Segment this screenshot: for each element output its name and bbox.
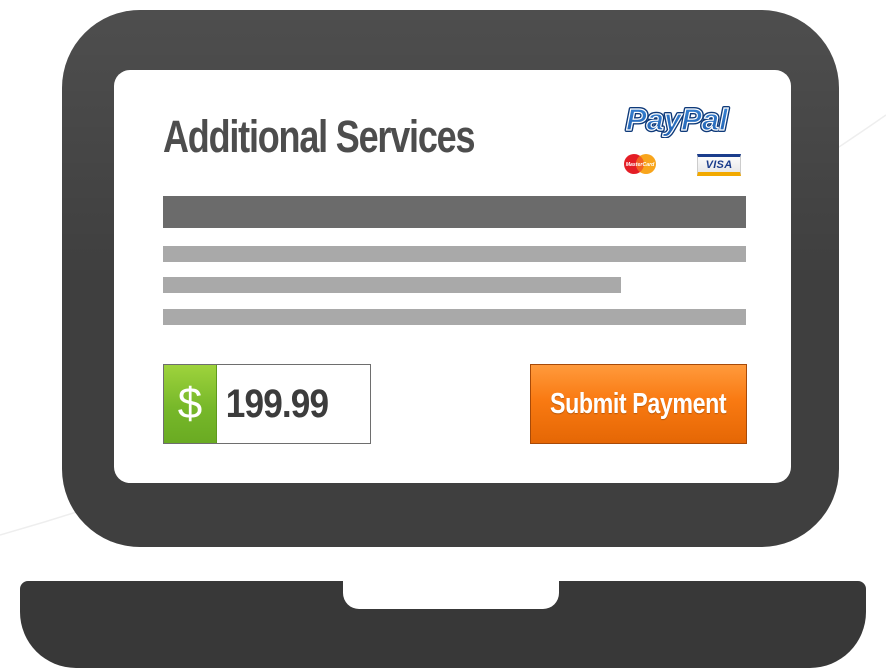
laptop-illustration: Additional Services PayPal PayPal Master… xyxy=(0,0,886,668)
placeholder-heading-bar xyxy=(163,196,746,228)
mastercard-label: MasterCard xyxy=(626,162,655,168)
laptop-screen: Additional Services PayPal PayPal Master… xyxy=(114,70,791,483)
laptop-base-notch xyxy=(343,581,559,609)
placeholder-text-line xyxy=(163,246,746,262)
page-title: Additional Services xyxy=(163,111,476,162)
visa-label: VISA xyxy=(705,158,733,171)
visa-icon: VISA xyxy=(697,154,741,176)
dollar-icon: $ xyxy=(164,365,217,443)
paypal-logo: PayPal PayPal xyxy=(624,100,731,138)
amount-value: 199.99 xyxy=(225,381,329,426)
submit-payment-label: Submit Payment xyxy=(550,387,727,420)
currency-symbol: $ xyxy=(177,379,203,428)
placeholder-text-line xyxy=(163,309,746,325)
placeholder-text-line xyxy=(163,277,621,293)
submit-payment-button[interactable]: Submit Payment xyxy=(530,364,747,444)
amount-field: $ 199.99 xyxy=(163,364,371,444)
mastercard-icon: MasterCard xyxy=(624,154,656,174)
paypal-logo-text: PayPal xyxy=(626,102,729,137)
